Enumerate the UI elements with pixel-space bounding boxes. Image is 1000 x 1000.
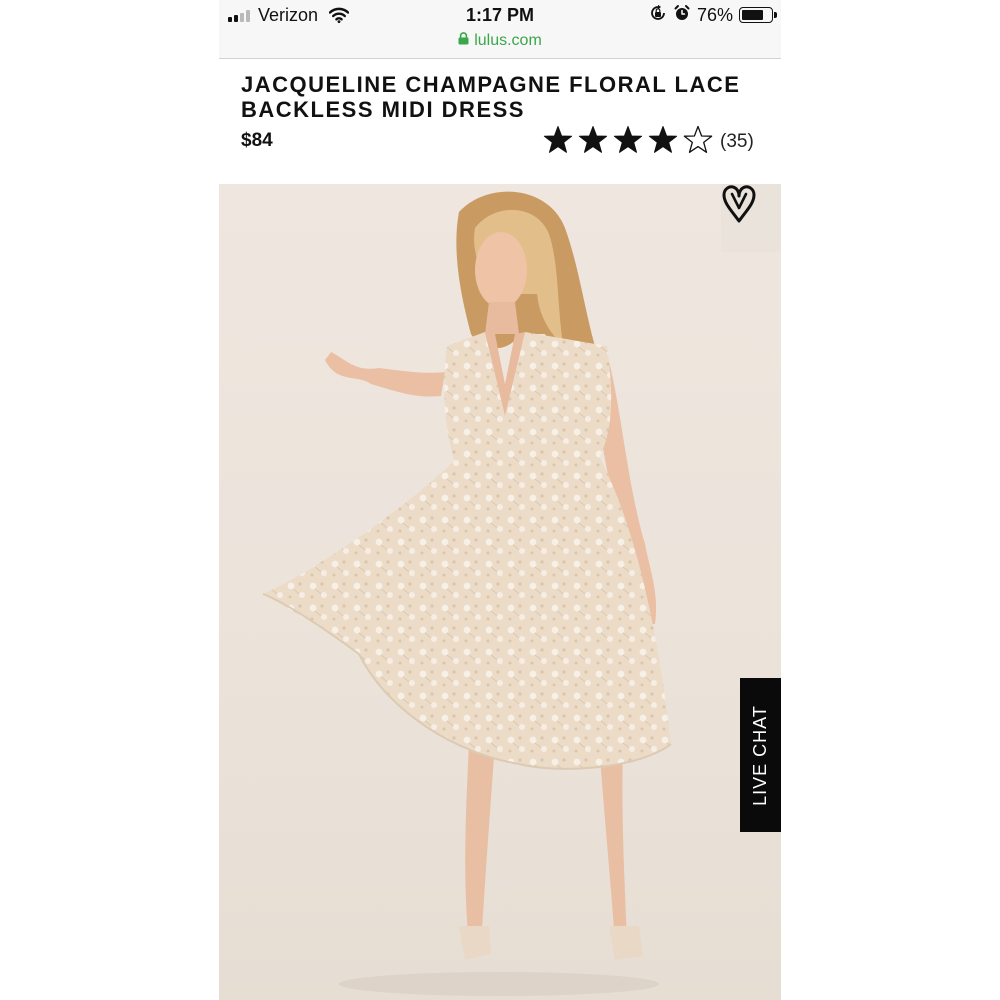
star-filled-icon	[648, 125, 678, 155]
model-dress-illustration	[262, 191, 672, 996]
product-rating[interactable]: (35)	[543, 125, 754, 160]
product-image[interactable]: LIVE CHAT	[219, 184, 781, 1000]
battery-icon	[739, 7, 777, 23]
lock-icon	[458, 32, 469, 50]
wifi-icon	[328, 7, 350, 28]
alarm-icon	[673, 4, 691, 27]
battery-percent: 76%	[696, 4, 733, 25]
product-title: JACQUELINE CHAMPAGNE FLORAL LACE BACKLES…	[241, 72, 741, 122]
phone-screen: Verizon 1:17 PM 76% lulus.com JACQUELINE…	[219, 0, 781, 1000]
signal-icon	[228, 10, 252, 22]
star-rating	[543, 125, 718, 160]
star-filled-icon	[543, 125, 573, 155]
url-bar[interactable]: lulus.com	[219, 30, 781, 59]
live-chat-button[interactable]: LIVE CHAT	[740, 678, 781, 832]
battery-fill	[742, 10, 763, 20]
url-text: lulus.com	[474, 32, 542, 49]
star-filled-icon	[613, 125, 643, 155]
status-bar: Verizon 1:17 PM 76%	[219, 0, 781, 30]
review-count[interactable]: (35)	[720, 131, 754, 153]
status-right-group: 76%	[649, 4, 777, 27]
wishlist-button[interactable]	[721, 184, 781, 252]
carrier-name: Verizon	[258, 5, 319, 25]
live-chat-label: LIVE CHAT	[750, 704, 770, 806]
star-filled-icon	[578, 125, 608, 155]
orientation-lock-icon	[649, 4, 667, 27]
star-empty-icon	[683, 125, 713, 155]
product-price: $84	[241, 130, 273, 151]
